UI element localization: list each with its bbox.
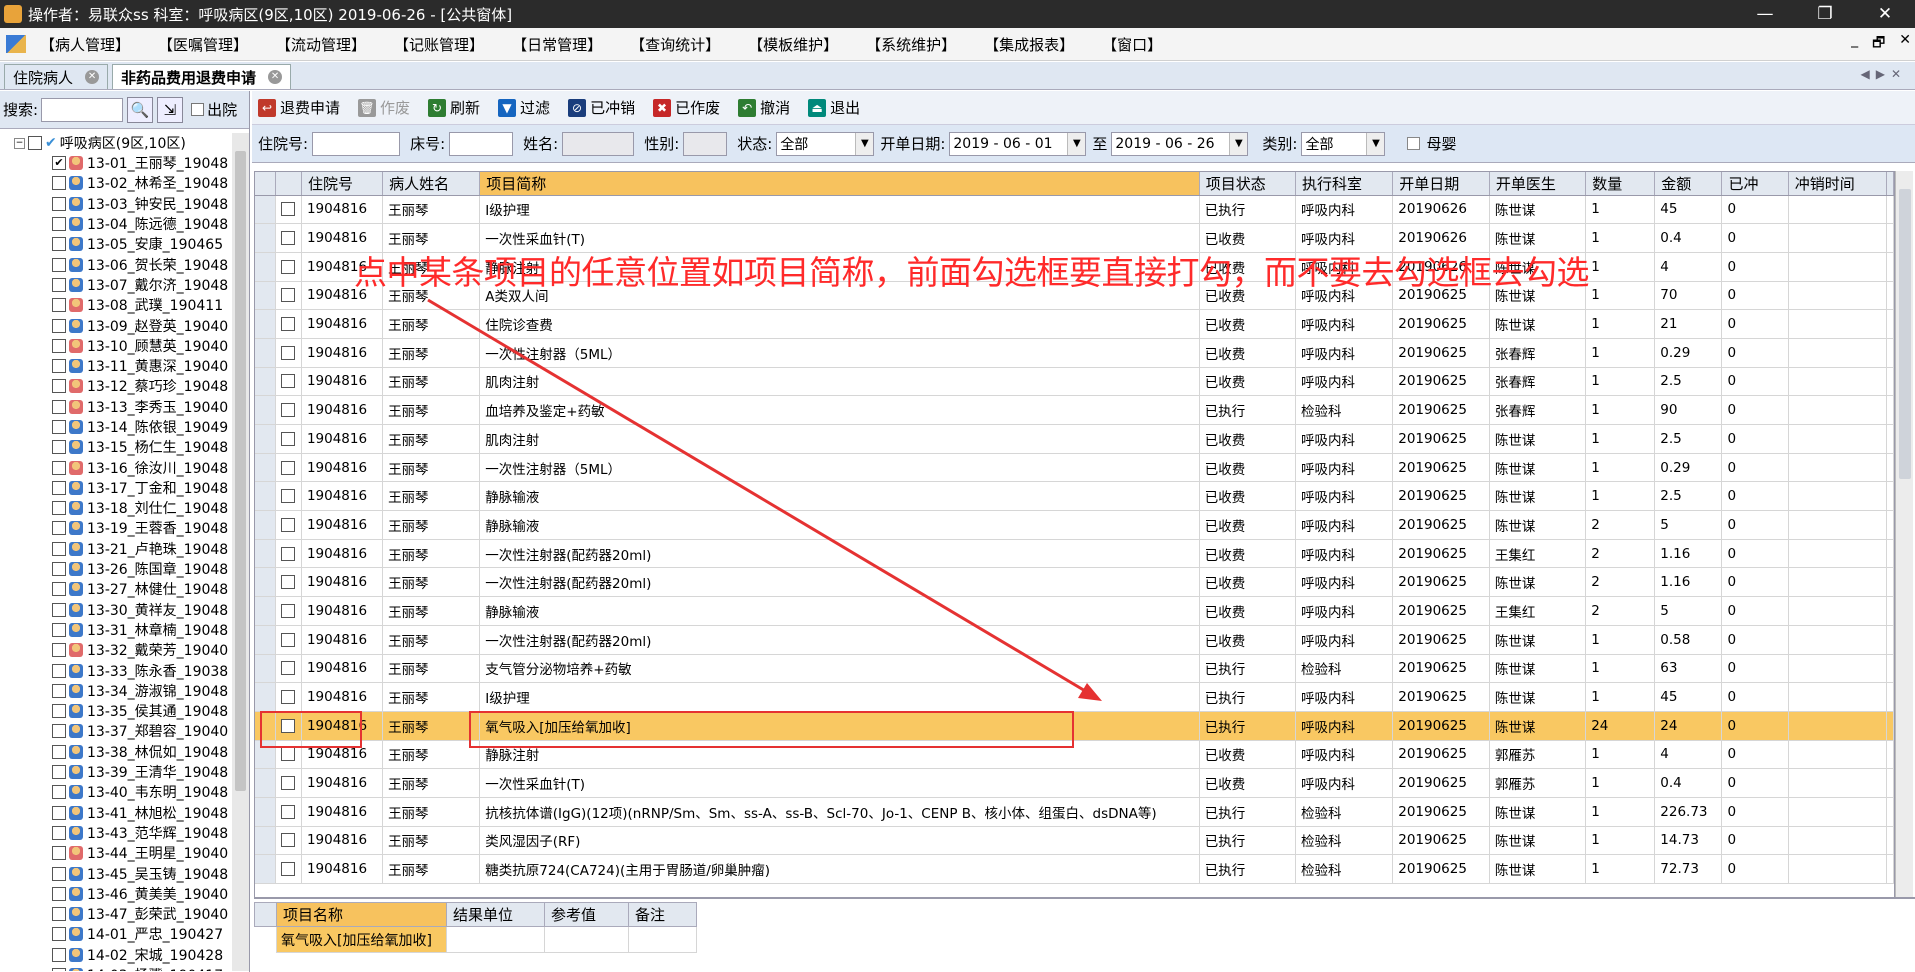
annotation-box-checkbox <box>260 711 362 748</box>
annotation-arrow <box>427 298 1102 701</box>
annotation-box-item <box>469 711 1074 748</box>
